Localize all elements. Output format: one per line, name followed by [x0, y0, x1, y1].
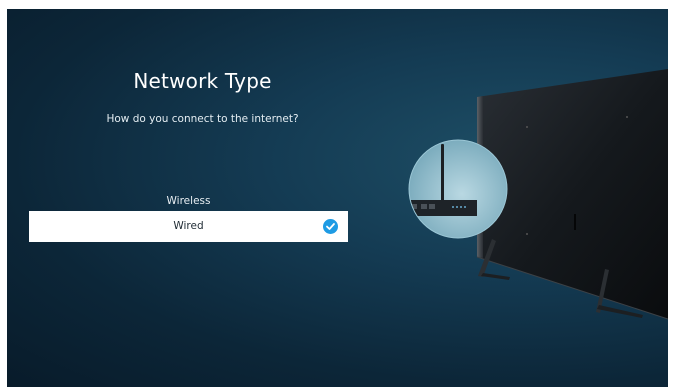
option-wireless-label: Wireless	[166, 195, 211, 207]
option-wired-label: Wired	[173, 220, 204, 232]
page-title: Network Type	[133, 69, 272, 93]
page-subtitle: How do you connect to the internet?	[106, 113, 299, 125]
tv-router-illustration	[408, 69, 668, 320]
setup-screen: Network Type How do you connect to the i…	[7, 9, 668, 387]
option-wired[interactable]: Wired	[29, 211, 348, 242]
check-circle-icon	[323, 219, 338, 234]
option-wireless[interactable]: Wireless	[29, 190, 348, 212]
